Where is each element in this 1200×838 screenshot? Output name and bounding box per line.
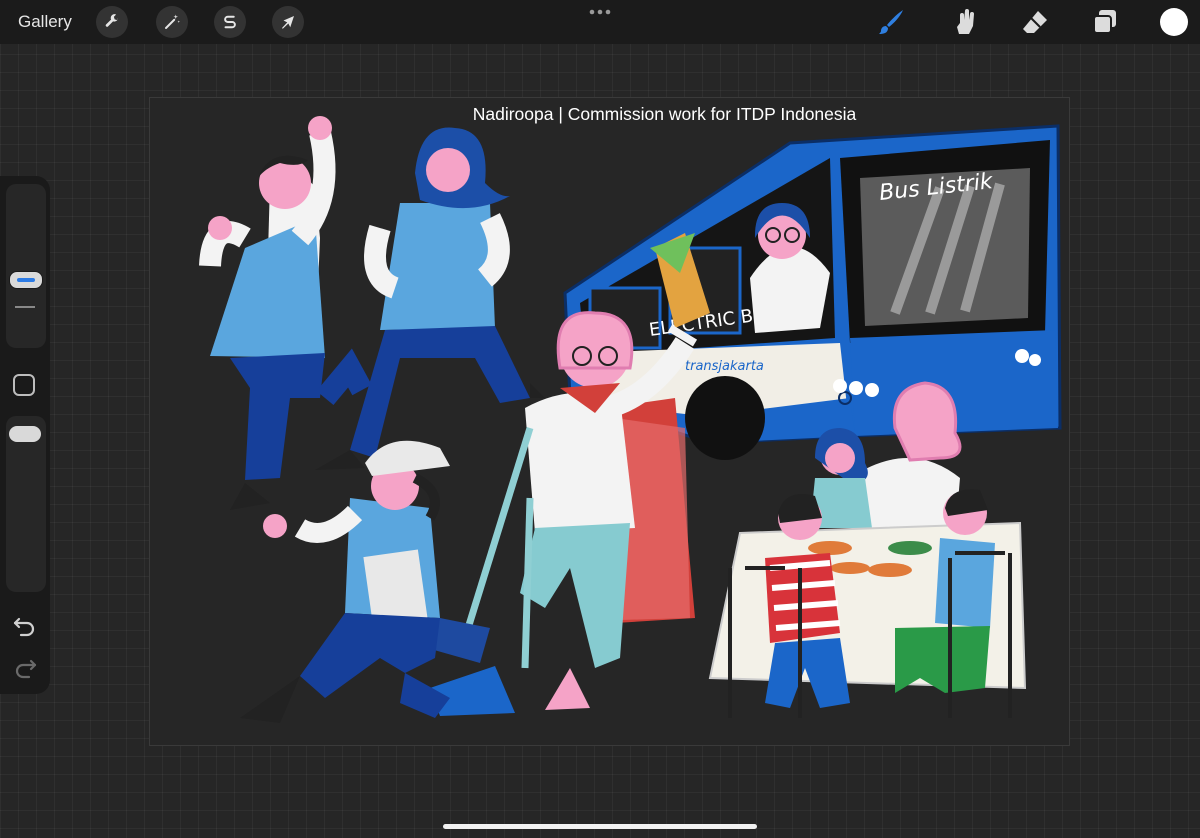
redo-icon[interactable] xyxy=(13,657,37,679)
top-toolbar: Gallery xyxy=(0,0,1200,44)
layers-icon[interactable] xyxy=(1090,7,1120,37)
smudge-icon[interactable] xyxy=(950,7,980,37)
selection-button[interactable] xyxy=(214,6,246,38)
brush-sidebar xyxy=(0,176,50,694)
canvas-caption: Nadiroopa | Commission work for ITDP Ind… xyxy=(472,104,857,124)
adjustments-button[interactable] xyxy=(156,6,188,38)
brush-size-slider[interactable] xyxy=(6,184,46,348)
drawing-canvas[interactable]: Nadiroopa | Commission work for ITDP Ind… xyxy=(149,97,1070,746)
modify-square-icon[interactable] xyxy=(13,374,35,396)
gallery-button[interactable]: Gallery xyxy=(18,12,72,32)
wrench-icon xyxy=(105,14,118,27)
woman-running xyxy=(240,440,450,723)
bus-brand-text: transjakarta xyxy=(685,359,764,374)
woman-walking xyxy=(315,127,545,470)
color-picker-button[interactable] xyxy=(1160,8,1188,36)
magic-wand-icon xyxy=(165,14,180,29)
actions-button[interactable] xyxy=(96,6,128,38)
transform-button[interactable] xyxy=(272,6,304,38)
home-indicator[interactable] xyxy=(443,824,757,829)
illustration-artwork: Bus Listrik ELECTRIC B transjakarta xyxy=(199,116,1062,723)
brush-opacity-slider[interactable] xyxy=(6,416,46,592)
brush-opacity-thumb[interactable] xyxy=(9,426,41,442)
brush-size-thumb[interactable] xyxy=(9,271,43,289)
eraser-icon[interactable] xyxy=(1020,7,1050,37)
ellipsis-icon[interactable] xyxy=(588,6,612,18)
undo-icon[interactable] xyxy=(13,615,37,637)
woman-cheering xyxy=(199,116,372,510)
arrow-cursor-icon xyxy=(282,16,294,29)
brush-icon[interactable] xyxy=(876,7,906,37)
selection-s-icon xyxy=(224,15,236,29)
size-marker xyxy=(15,306,35,308)
